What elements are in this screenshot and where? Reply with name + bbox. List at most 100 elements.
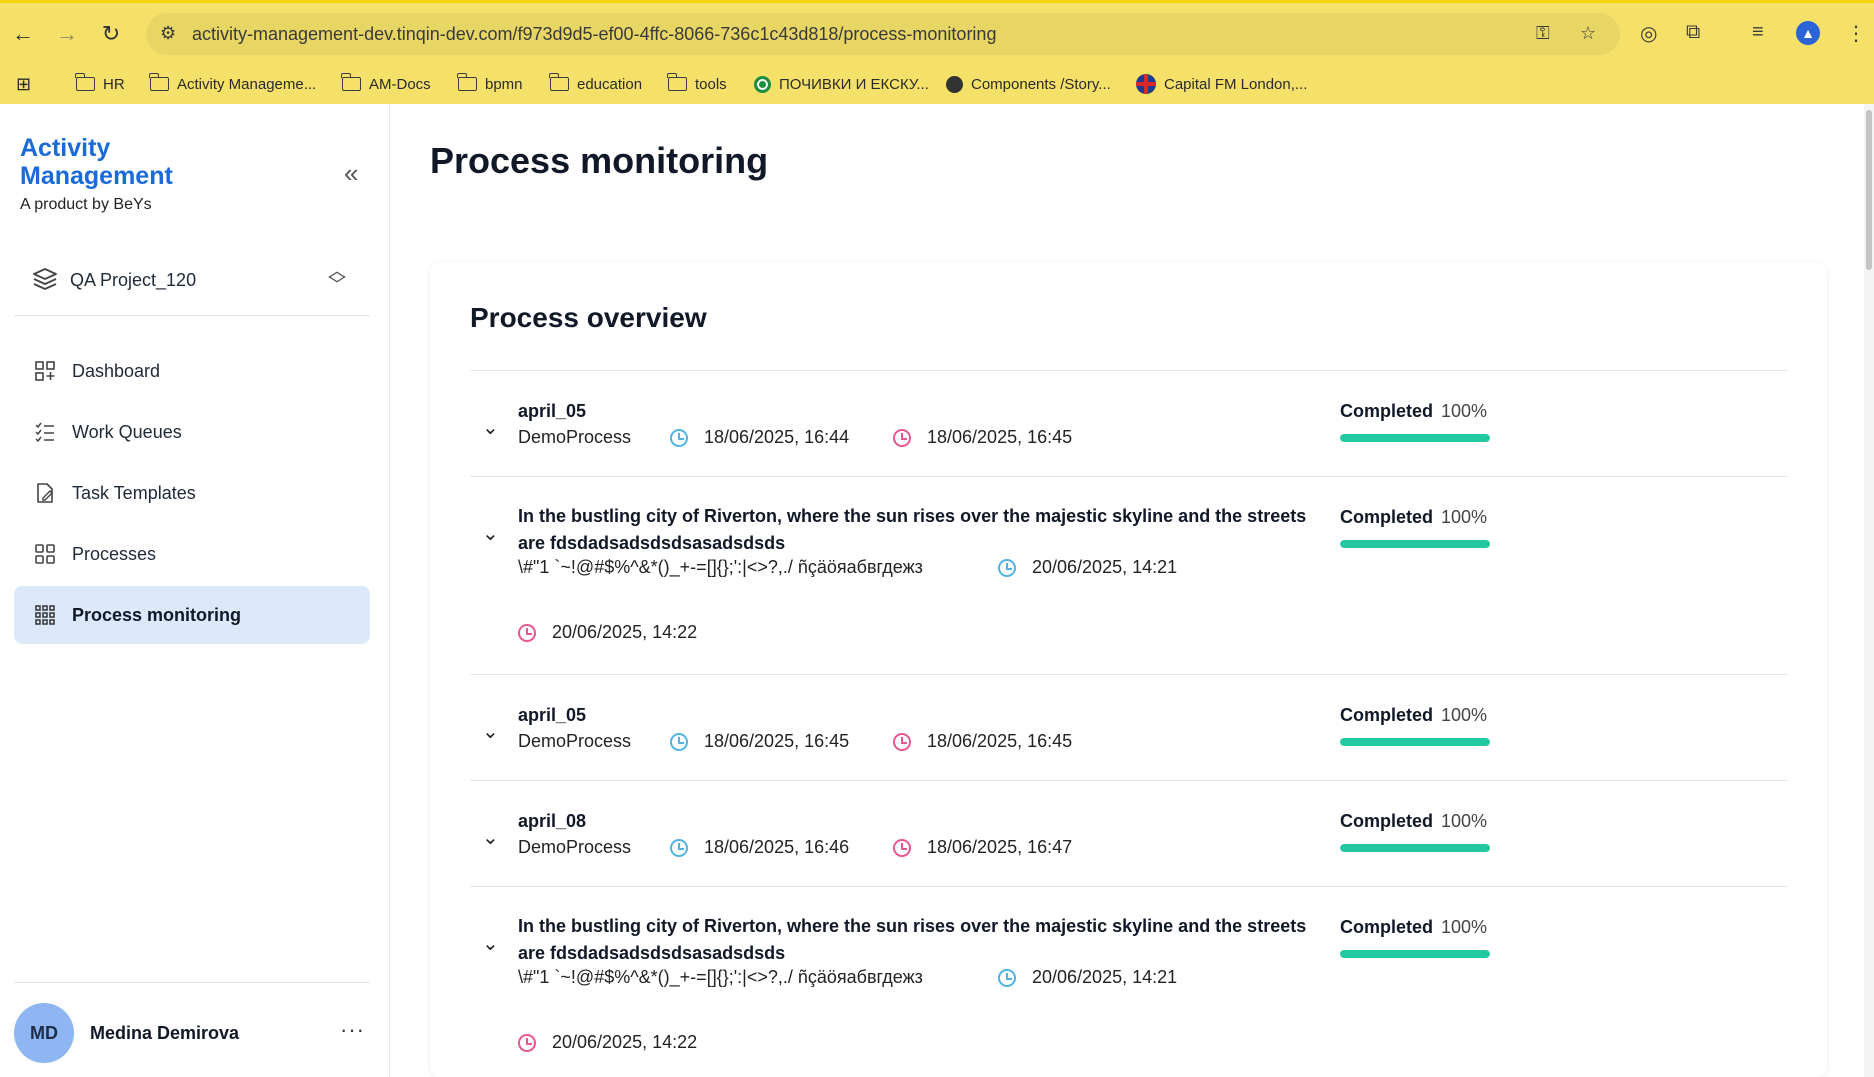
chevron-updown-icon[interactable]: ︿ ﹀ <box>328 262 346 294</box>
bookmark-item[interactable]: bpmn <box>457 71 523 97</box>
key-icon[interactable]: ⚿ <box>1536 23 1550 44</box>
more-options-icon[interactable]: ··· <box>340 1017 365 1043</box>
scrollbar-thumb[interactable] <box>1866 110 1872 270</box>
clock-icon <box>670 732 688 751</box>
process-row[interactable]: ⌄ april_05 DemoProcess 18/06/2025, 16:44… <box>470 371 1788 477</box>
scrollbar[interactable] <box>1864 104 1874 1077</box>
extension-icon[interactable]: ◎ <box>1640 21 1657 46</box>
bookmark-item[interactable]: education <box>549 71 642 97</box>
bookmark-item[interactable]: Components /Story... <box>946 71 1111 97</box>
sidebar-item-task-templates[interactable]: Task Templates <box>14 464 370 522</box>
url-text[interactable]: activity-management-dev.tinqin-dev.com/f… <box>192 24 996 45</box>
forward-icon[interactable]: → <box>50 17 84 51</box>
progress-bar <box>1340 738 1490 746</box>
end-time-value: 18/06/2025, 16:45 <box>927 731 1073 751</box>
chevron-down-icon[interactable]: ⌄ <box>482 825 499 850</box>
folder-icon <box>75 73 95 91</box>
globe-icon <box>946 75 963 93</box>
user-name: Medina Demirova <box>90 1023 240 1043</box>
sidebar-nav: Dashboard Work Queues Task Templates Pro… <box>14 342 370 647</box>
chevron-down-icon[interactable]: ⌄ <box>482 521 499 546</box>
apps-icon[interactable]: ⊞ <box>16 71 31 97</box>
address-bar[interactable]: ⚙ activity-management-dev.tinqin-dev.com… <box>146 13 1620 55</box>
grid-icon <box>34 543 56 565</box>
sidebar-item-dashboard[interactable]: Dashboard <box>14 342 370 400</box>
browser-toolbar: ← → ↻ ⚙ activity-management-dev.tinqin-d… <box>0 3 1874 65</box>
status-label: Completed <box>1340 811 1434 831</box>
end-time-value: 18/06/2025, 16:45 <box>927 427 1073 447</box>
collapse-sidebar-icon[interactable]: « <box>344 158 358 189</box>
page-title: Process monitoring <box>430 140 769 181</box>
bookmark-item[interactable]: Activity Manageme... <box>149 71 316 97</box>
end-time-value: 18/06/2025, 16:47 <box>927 837 1073 857</box>
status-label: Completed <box>1340 401 1434 421</box>
start-time: 20/06/2025, 14:21 <box>998 967 1177 988</box>
browser-chrome: ← → ↻ ⚙ activity-management-dev.tinqin-d… <box>0 0 1874 104</box>
progress-bar <box>1340 844 1490 852</box>
process-row[interactable]: ⌄ april_05 DemoProcess 18/06/2025, 16:45… <box>470 675 1788 781</box>
process-row[interactable]: ⌄ april_08 DemoProcess 18/06/2025, 16:46… <box>470 781 1788 887</box>
process-definition-name: \#"1 `~!@#$%^&*()_+-=[]{};':|<>?,./ ñçäö… <box>518 967 923 987</box>
bookmark-item[interactable]: AM-Docs <box>341 71 431 97</box>
star-icon[interactable]: ☆ <box>1580 23 1596 44</box>
sidebar-item-process-monitoring[interactable]: Process monitoring <box>14 586 370 644</box>
bookmark-item[interactable]: tools <box>667 71 727 97</box>
process-definition-name: DemoProcess <box>518 427 632 447</box>
start-time: 18/06/2025, 16:44 <box>670 427 849 448</box>
layers-icon <box>33 268 57 290</box>
folder-icon <box>549 73 569 91</box>
back-icon[interactable]: ← <box>6 17 40 51</box>
progress-bar <box>1340 434 1490 442</box>
sidebar-item-processes[interactable]: Processes <box>14 525 370 583</box>
status-label: Completed <box>1340 705 1434 725</box>
sidebar-item-work-queues[interactable]: Work Queues <box>14 403 370 461</box>
start-time-value: 18/06/2025, 16:46 <box>704 837 850 857</box>
progress-fill <box>1340 844 1490 852</box>
process-definition-name: \#"1 `~!@#$%^&*()_+-=[]{};':|<>?,./ ñçäö… <box>518 557 923 577</box>
status-label: Completed <box>1340 507 1434 527</box>
process-row[interactable]: ⌄ In the bustling city of Riverton, wher… <box>470 887 1788 1077</box>
status-percent: 100% <box>1441 507 1488 527</box>
start-time-value: 18/06/2025, 16:44 <box>704 427 850 447</box>
reload-icon[interactable]: ↻ <box>94 17 128 51</box>
progress-bar <box>1340 950 1490 958</box>
chevron-down-icon[interactable]: ⌄ <box>482 931 499 956</box>
sidebar-item-label: Process monitoring <box>72 604 242 625</box>
media-icon[interactable]: ≡ <box>1752 21 1764 44</box>
sidebar-item-label: Work Queues <box>72 421 182 442</box>
start-time: 18/06/2025, 16:46 <box>670 837 849 858</box>
puzzle-icon[interactable]: ⧉ <box>1686 21 1700 44</box>
bookmark-label: Capital FM London,... <box>1164 75 1308 93</box>
status: Completed 100% <box>1340 705 1500 746</box>
profile-icon[interactable]: ▲ <box>1796 21 1820 45</box>
site-icon <box>754 75 771 93</box>
start-time-value: 20/06/2025, 14:21 <box>1032 557 1178 577</box>
bookmark-item[interactable]: ПОЧИВКИ И ЕКСКУ... <box>754 71 929 97</box>
avatar[interactable]: MD <box>14 1003 74 1063</box>
progress-fill <box>1340 434 1490 442</box>
process-list: ⌄ april_05 DemoProcess 18/06/2025, 16:44… <box>470 370 1788 1077</box>
end-time: 18/06/2025, 16:45 <box>893 731 1072 752</box>
bookmark-label: ПОЧИВКИ И ЕКСКУ... <box>779 75 929 93</box>
bookmark-item[interactable]: Capital FM London,... <box>1136 71 1307 97</box>
status: Completed 100% <box>1340 917 1500 958</box>
project-selector[interactable]: QA Project_120 ︿ ﹀ <box>14 246 370 316</box>
status-percent: 100% <box>1441 811 1488 831</box>
grid-dots-icon <box>34 604 56 626</box>
status-percent: 100% <box>1441 705 1488 725</box>
site-settings-icon[interactable]: ⚙ <box>160 23 176 44</box>
clock-icon <box>893 838 911 857</box>
end-time: 18/06/2025, 16:45 <box>893 427 1072 448</box>
folder-icon <box>667 73 687 91</box>
chevron-down-icon[interactable]: ⌄ <box>482 719 499 744</box>
card-title: Process overview <box>470 302 707 333</box>
process-row[interactable]: ⌄ In the bustling city of Riverton, wher… <box>470 477 1788 675</box>
status-label: Completed <box>1340 917 1434 937</box>
bookmark-item[interactable]: HR <box>75 71 125 97</box>
menu-icon[interactable]: ⋮ <box>1846 21 1866 46</box>
process-overview-card: Process overview ⌄ april_05 DemoProcess … <box>430 262 1827 1077</box>
status: Completed 100% <box>1340 401 1500 442</box>
chevron-down-icon[interactable]: ⌄ <box>482 415 499 440</box>
clock-icon <box>893 428 911 447</box>
list-icon <box>34 421 56 443</box>
